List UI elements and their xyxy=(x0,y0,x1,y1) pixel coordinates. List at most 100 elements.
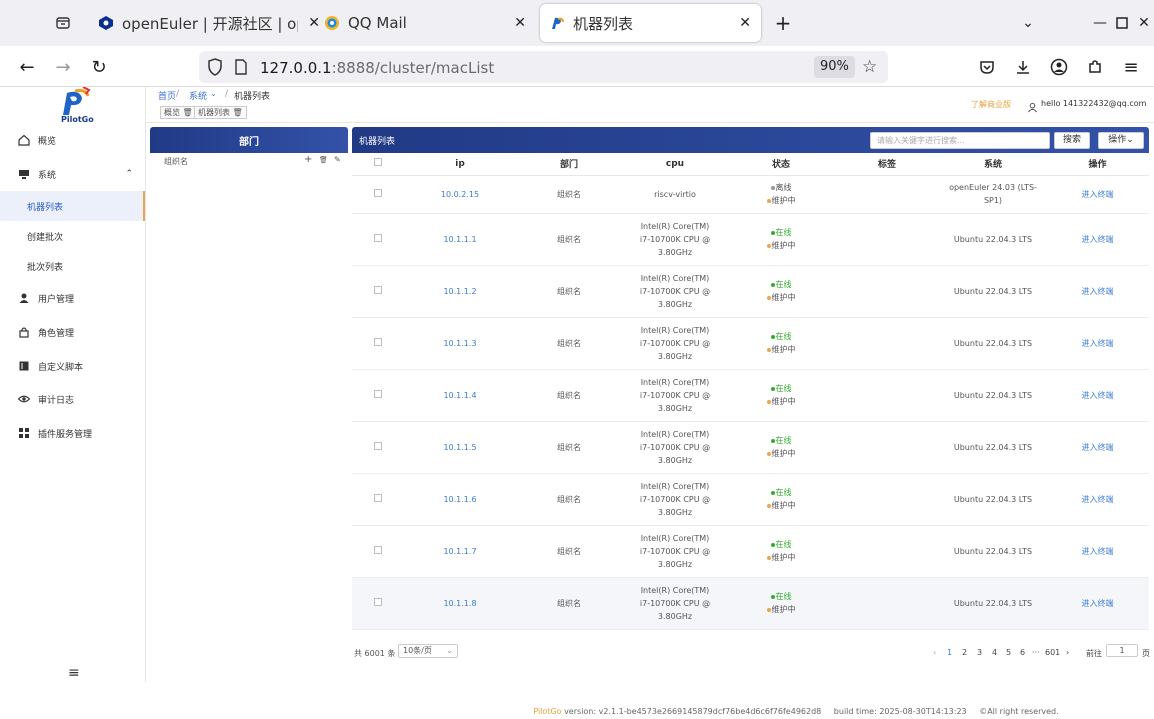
add-node-icon[interactable]: + xyxy=(304,154,312,165)
tab-overview-icon[interactable] xyxy=(50,10,76,36)
open-terminal-link[interactable]: 进入终端 xyxy=(1082,339,1114,348)
open-terminal-link[interactable]: 进入终端 xyxy=(1082,495,1114,504)
pilotgo-logo[interactable]: PilotGo xyxy=(55,86,95,125)
sidebar-subitem-machine-list[interactable]: 机器列表 xyxy=(0,191,145,221)
close-icon[interactable]: ✕ xyxy=(739,15,751,31)
row-checkbox[interactable] xyxy=(352,213,404,266)
open-terminal-link[interactable]: 进入终端 xyxy=(1082,443,1114,452)
page-ellipsis[interactable]: ··· xyxy=(1032,648,1040,657)
sidebar-subitem-create-batch[interactable]: 创建批次 xyxy=(0,221,145,251)
tag-close-icon[interactable]: 🗑 xyxy=(233,108,243,117)
table-row[interactable]: 10.1.1.2 组织名 Intel(R) Core(TM) i7-10700K CP… xyxy=(352,265,1149,318)
account-icon[interactable] xyxy=(1046,54,1072,80)
page-number[interactable]: 2 xyxy=(962,648,967,657)
bookmark-star-icon[interactable]: ☆ xyxy=(862,57,877,77)
select-all-checkbox[interactable] xyxy=(352,153,404,176)
table-row[interactable]: 10.1.1.7 组织名 Intel(R) Core(TM) i7-10700K CP… xyxy=(352,525,1149,578)
sidebar-item-overview[interactable]: 概览 xyxy=(0,125,145,155)
breadcrumb-system[interactable]: 系统 xyxy=(189,89,207,102)
table-row[interactable]: 10.1.1.8 组织名 Intel(R) Core(TM) i7-10700K CP… xyxy=(352,577,1149,630)
reload-icon[interactable]: ↻ xyxy=(86,54,112,80)
ip-link[interactable]: 10.1.1.2 xyxy=(443,287,476,296)
ip-link[interactable]: 10.1.1.5 xyxy=(443,443,476,452)
table-row[interactable]: 10.1.1.1 组织名 Intel(R) Core(TM) i7-10700K CP… xyxy=(352,213,1149,266)
tab-machine-list[interactable]: 机器列表 ✕ xyxy=(540,4,761,42)
row-checkbox[interactable] xyxy=(352,317,404,370)
row-checkbox[interactable] xyxy=(352,421,404,474)
tag-machine-list[interactable]: 机器列表 🗑 xyxy=(194,106,247,119)
window-close-icon[interactable]: ✕ xyxy=(1131,10,1154,36)
tab-openeuler[interactable]: openEuler | 开源社区 | ope ✕ xyxy=(90,4,330,42)
open-terminal-link[interactable]: 进入终端 xyxy=(1082,391,1114,400)
next-page-icon[interactable]: › xyxy=(1066,648,1069,657)
table-row[interactable]: 10.0.2.15 组织名 riscv-virtio 离线 维护中 openEuler 2… xyxy=(352,175,1149,214)
pocket-icon[interactable] xyxy=(974,54,1000,80)
tag-close-icon[interactable]: 🗑 xyxy=(183,108,193,117)
table-row[interactable]: 10.1.1.3 组织名 Intel(R) Core(TM) i7-10700K CP… xyxy=(352,317,1149,370)
row-checkbox[interactable] xyxy=(352,577,404,630)
sidebar-item-system[interactable]: 系统 ⌃ xyxy=(0,159,145,189)
operations-dropdown[interactable]: 操作⌄ xyxy=(1098,132,1144,149)
download-icon[interactable] xyxy=(1010,54,1036,80)
new-tab-icon[interactable]: + xyxy=(770,10,796,36)
user-avatar-icon[interactable] xyxy=(1027,98,1038,117)
search-button[interactable]: 搜索 xyxy=(1054,132,1090,149)
ip-link[interactable]: 10.1.1.7 xyxy=(443,547,476,556)
sidebar-item-users[interactable]: 用户管理 xyxy=(0,283,145,313)
sidebar-subitem-batch-list[interactable]: 批次列表 xyxy=(0,251,145,281)
page-number[interactable]: 6 xyxy=(1020,648,1025,657)
sidebar-item-scripts[interactable]: 自定义脚本 xyxy=(0,351,145,381)
open-terminal-link[interactable]: 进入终端 xyxy=(1082,190,1114,199)
tab-qqmail[interactable]: QQ Mail ✕ xyxy=(316,4,536,42)
row-checkbox[interactable] xyxy=(352,265,404,318)
page-number[interactable]: 4 xyxy=(992,648,997,657)
ip-link[interactable]: 10.1.1.3 xyxy=(443,339,476,348)
ip-link[interactable]: 10.1.1.1 xyxy=(443,235,476,244)
open-terminal-link[interactable]: 进入终端 xyxy=(1082,547,1114,556)
ip-link[interactable]: 10.1.1.4 xyxy=(443,391,476,400)
url-text[interactable]: 127.0.0.1:8888/cluster/macList xyxy=(260,59,494,77)
page-info-icon[interactable] xyxy=(234,59,248,79)
open-terminal-link[interactable]: 进入终端 xyxy=(1082,599,1114,608)
extensions-icon[interactable] xyxy=(1082,54,1108,80)
delete-node-icon[interactable]: 🗑 xyxy=(319,156,328,164)
row-checkbox[interactable] xyxy=(352,525,404,578)
tag-overview[interactable]: 概览 🗑 xyxy=(160,106,197,119)
row-checkbox[interactable] xyxy=(352,369,404,422)
page-number[interactable]: 601 xyxy=(1045,648,1060,657)
user-name[interactable]: hello 141322432@qq.com xyxy=(1041,99,1146,108)
ip-link[interactable]: 10.1.1.8 xyxy=(443,599,476,608)
page-number[interactable]: 5 xyxy=(1006,648,1011,657)
tab-list-chevron-icon[interactable]: ⌄ xyxy=(1015,10,1041,36)
breadcrumb-home[interactable]: 首页 xyxy=(158,89,176,102)
zoom-level[interactable]: 90% xyxy=(814,56,855,78)
edit-node-icon[interactable]: ✎ xyxy=(334,155,341,164)
commercial-link[interactable]: 了解商业版 xyxy=(971,99,1011,110)
open-terminal-link[interactable]: 进入终端 xyxy=(1082,287,1114,296)
table-row[interactable]: 10.1.1.5 组织名 Intel(R) Core(TM) i7-10700K CP… xyxy=(352,421,1149,474)
ip-link[interactable]: 10.0.2.15 xyxy=(441,190,479,199)
back-icon[interactable]: ← xyxy=(14,54,40,80)
open-terminal-link[interactable]: 进入终端 xyxy=(1082,235,1114,244)
page-number[interactable]: 1 xyxy=(947,648,952,657)
address-bar[interactable]: 127.0.0.1:8888/cluster/macList 90% ☆ xyxy=(199,51,888,83)
search-input[interactable]: 请输入关键字进行搜索... xyxy=(870,132,1050,149)
page-size-select[interactable]: 10条/页 ⌄ xyxy=(398,644,458,658)
row-checkbox[interactable] xyxy=(352,473,404,526)
tree-node[interactable]: 组织名 + 🗑 ✎ xyxy=(150,153,348,169)
sidebar-item-roles[interactable]: 角色管理 xyxy=(0,317,145,347)
row-checkbox[interactable] xyxy=(352,175,404,214)
close-icon[interactable]: ✕ xyxy=(514,15,526,31)
sidebar-item-plugins[interactable]: 插件服务管理 xyxy=(0,418,145,448)
shield-icon[interactable] xyxy=(207,58,223,80)
goto-page-input[interactable]: 1 xyxy=(1106,644,1138,657)
prev-page-icon[interactable]: ‹ xyxy=(933,648,936,657)
menu-icon[interactable]: ≡ xyxy=(1118,54,1144,80)
page-number[interactable]: 3 xyxy=(977,648,982,657)
forward-icon[interactable]: → xyxy=(50,54,76,80)
sidebar-item-audit-log[interactable]: 审计日志 xyxy=(0,384,145,414)
table-row[interactable]: 10.1.1.4 组织名 Intel(R) Core(TM) i7-10700K CP… xyxy=(352,369,1149,422)
ip-link[interactable]: 10.1.1.6 xyxy=(443,495,476,504)
collapse-menu-icon[interactable]: ≡ xyxy=(68,665,80,681)
table-row[interactable]: 10.1.1.6 组织名 Intel(R) Core(TM) i7-10700K CP… xyxy=(352,473,1149,526)
